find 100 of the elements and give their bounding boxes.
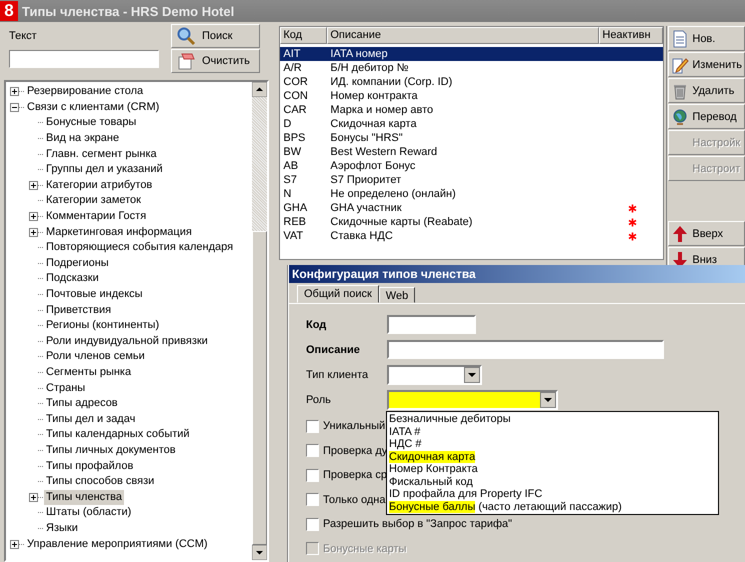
tree-item[interactable]: Регионы (континенты) [44, 318, 162, 334]
column-header[interactable]: Код [280, 27, 328, 44]
tree-item[interactable]: Сегменты рынка [44, 364, 134, 380]
expand-icon[interactable] [10, 540, 19, 549]
tree-item[interactable]: Подсказки [44, 271, 101, 286]
dropdown-option[interactable]: IATA # [387, 426, 718, 438]
tree-item[interactable]: Языки [44, 520, 80, 536]
table-row[interactable]: CAR Марка и номер авто [280, 103, 664, 117]
tree-item[interactable]: Группы дел и указаний [44, 162, 165, 178]
tree-item[interactable]: Повторяющиеся события календаря [44, 240, 236, 256]
dropdown-option[interactable]: Безналичные дебиторы [387, 413, 718, 426]
globe-icon [671, 108, 690, 126]
scroll-down-icon[interactable] [252, 545, 268, 560]
text-field[interactable] [387, 315, 476, 334]
table-row[interactable]: N Не определено (онлайн) [280, 187, 664, 201]
search-button[interactable]: Поиск [171, 24, 260, 48]
scrollbar[interactable] [252, 82, 268, 560]
table-cell-text: S7 Приоритет [329, 173, 402, 187]
checkbox-label: Уникальный [323, 420, 386, 432]
table-cell-text: A/R [282, 61, 303, 75]
dropdown-option[interactable]: НДС # [387, 438, 718, 450]
dropdown-option[interactable]: Номер Контракта [387, 463, 718, 476]
tree-item[interactable]: Роли членов семьи [44, 349, 147, 364]
dropdown-field[interactable] [387, 364, 482, 384]
tree-item[interactable]: Управление мероприятиями (CCM) [25, 536, 210, 552]
tree-item[interactable]: Категории заметок [44, 193, 143, 208]
table-row[interactable]: A/R Б/Н дебитор № [280, 61, 664, 75]
tab[interactable]: Web [378, 287, 416, 303]
column-header[interactable]: Описание [327, 27, 600, 44]
tree-item[interactable]: Комментарии Гостя [44, 209, 148, 224]
tree-item[interactable]: Типы способов связи [44, 474, 156, 490]
table-row[interactable]: REB Скидочные карты (Reabate) [280, 215, 664, 229]
collapse-icon[interactable] [10, 102, 19, 112]
tree-item[interactable]: Типы календарных событий [44, 427, 192, 442]
table-row[interactable]: VAT Ставка НДС [280, 229, 664, 243]
table-row[interactable]: S7 S7 Приоритет [280, 173, 664, 187]
tree-item[interactable]: Связи с клиентами (CRM) [25, 100, 162, 115]
checkbox-label: Разрешить выбор в "Запрос тарифа" [323, 518, 512, 530]
expand-icon[interactable] [10, 87, 19, 96]
tree-item[interactable]: Бонусные товары [44, 115, 138, 130]
checkbox[interactable] [306, 518, 319, 531]
move-button[interactable]: Вверх [668, 221, 745, 246]
checkbox[interactable] [306, 444, 319, 458]
tree-item[interactable]: Подрегионы [44, 256, 111, 271]
tree-item[interactable]: Категории атрибутов [44, 178, 154, 193]
table-row[interactable]: AB Аэрофлот Бонус [280, 159, 664, 173]
search-field[interactable] [9, 50, 159, 68]
table-cell-text: ИД. компании (Corp. ID) [329, 75, 454, 89]
tree-item[interactable]: Резервирование стола [25, 84, 146, 100]
table-cell-text: D [282, 117, 292, 131]
table-row[interactable]: CON Номер контракта [280, 89, 664, 103]
action-button[interactable]: Изменить [668, 52, 745, 77]
tree-item[interactable]: Типы членства [44, 490, 124, 505]
checkbox[interactable] [306, 468, 319, 482]
expand-icon[interactable] [29, 180, 38, 190]
tree-item[interactable]: Страны [44, 380, 88, 396]
expand-icon[interactable] [29, 228, 38, 237]
tree-item[interactable]: Вид на экране [44, 131, 122, 146]
dropdown-option[interactable]: Фискальный код [387, 476, 718, 488]
action-button[interactable]: Удалить [668, 78, 745, 103]
table-cell-text: CON [282, 89, 309, 103]
table-row[interactable]: AIT IATA номер [280, 47, 664, 61]
checkbox[interactable] [306, 493, 319, 506]
table-row[interactable]: BW Best Western Reward [280, 145, 664, 159]
table-cell-text: REB [282, 215, 307, 229]
tree-item[interactable]: Приветствия [44, 302, 114, 318]
expand-icon[interactable] [29, 492, 38, 502]
action-button[interactable]: Нов. [668, 26, 745, 51]
dialog-title: Конфигурация типов членства [289, 265, 745, 283]
tree-item[interactable]: Типы профайлов [44, 458, 136, 474]
tree-item[interactable]: Роли индувидуальной привязки [44, 334, 210, 349]
dropdown-option[interactable]: Бонусные баллы (часто летающий пассажир) [387, 500, 718, 513]
action-button[interactable]: Перевод [668, 104, 745, 129]
tree-item[interactable]: Маркетинговая информация [44, 224, 194, 240]
expand-icon[interactable] [29, 212, 38, 222]
table-cell-text: CAR [282, 103, 308, 117]
tree-item[interactable]: Главн. сегмент рынка [44, 146, 159, 162]
tree-item[interactable]: Типы дел и задач [44, 412, 138, 427]
tab[interactable]: Общий поиск [297, 285, 379, 303]
checkbox-label: Только одна [323, 494, 386, 506]
table-cell-text: COR [282, 75, 309, 89]
table-row[interactable]: D Скидочная карта [280, 117, 664, 131]
text-field[interactable] [387, 340, 664, 359]
tree-item[interactable]: Штаты (области) [44, 505, 134, 520]
checkbox[interactable] [306, 420, 319, 433]
tree-item[interactable]: Почтовые индексы [44, 287, 145, 302]
table-row[interactable]: BPS Бонусы "HRS" [280, 131, 664, 145]
field-label: Роль [306, 394, 332, 406]
table-cell-text: IATA номер [329, 47, 389, 61]
table-cell-text: S7 [282, 173, 298, 187]
scroll-up-icon[interactable] [252, 82, 268, 97]
tree-item[interactable]: Типы адресов [44, 396, 120, 412]
column-header[interactable]: Неактивн [599, 27, 664, 44]
field-label: Описание [306, 344, 361, 356]
table-row[interactable]: COR ИД. компании (Corp. ID) [280, 75, 664, 89]
table-row[interactable]: GHA GHA участник [280, 201, 664, 215]
clear-button[interactable]: Очистить [171, 49, 260, 73]
tree-item[interactable]: Типы личных документов [44, 442, 178, 458]
dropdown-option[interactable]: ID профайла для Property IFC [387, 488, 718, 500]
dropdown-field[interactable] [387, 390, 558, 410]
